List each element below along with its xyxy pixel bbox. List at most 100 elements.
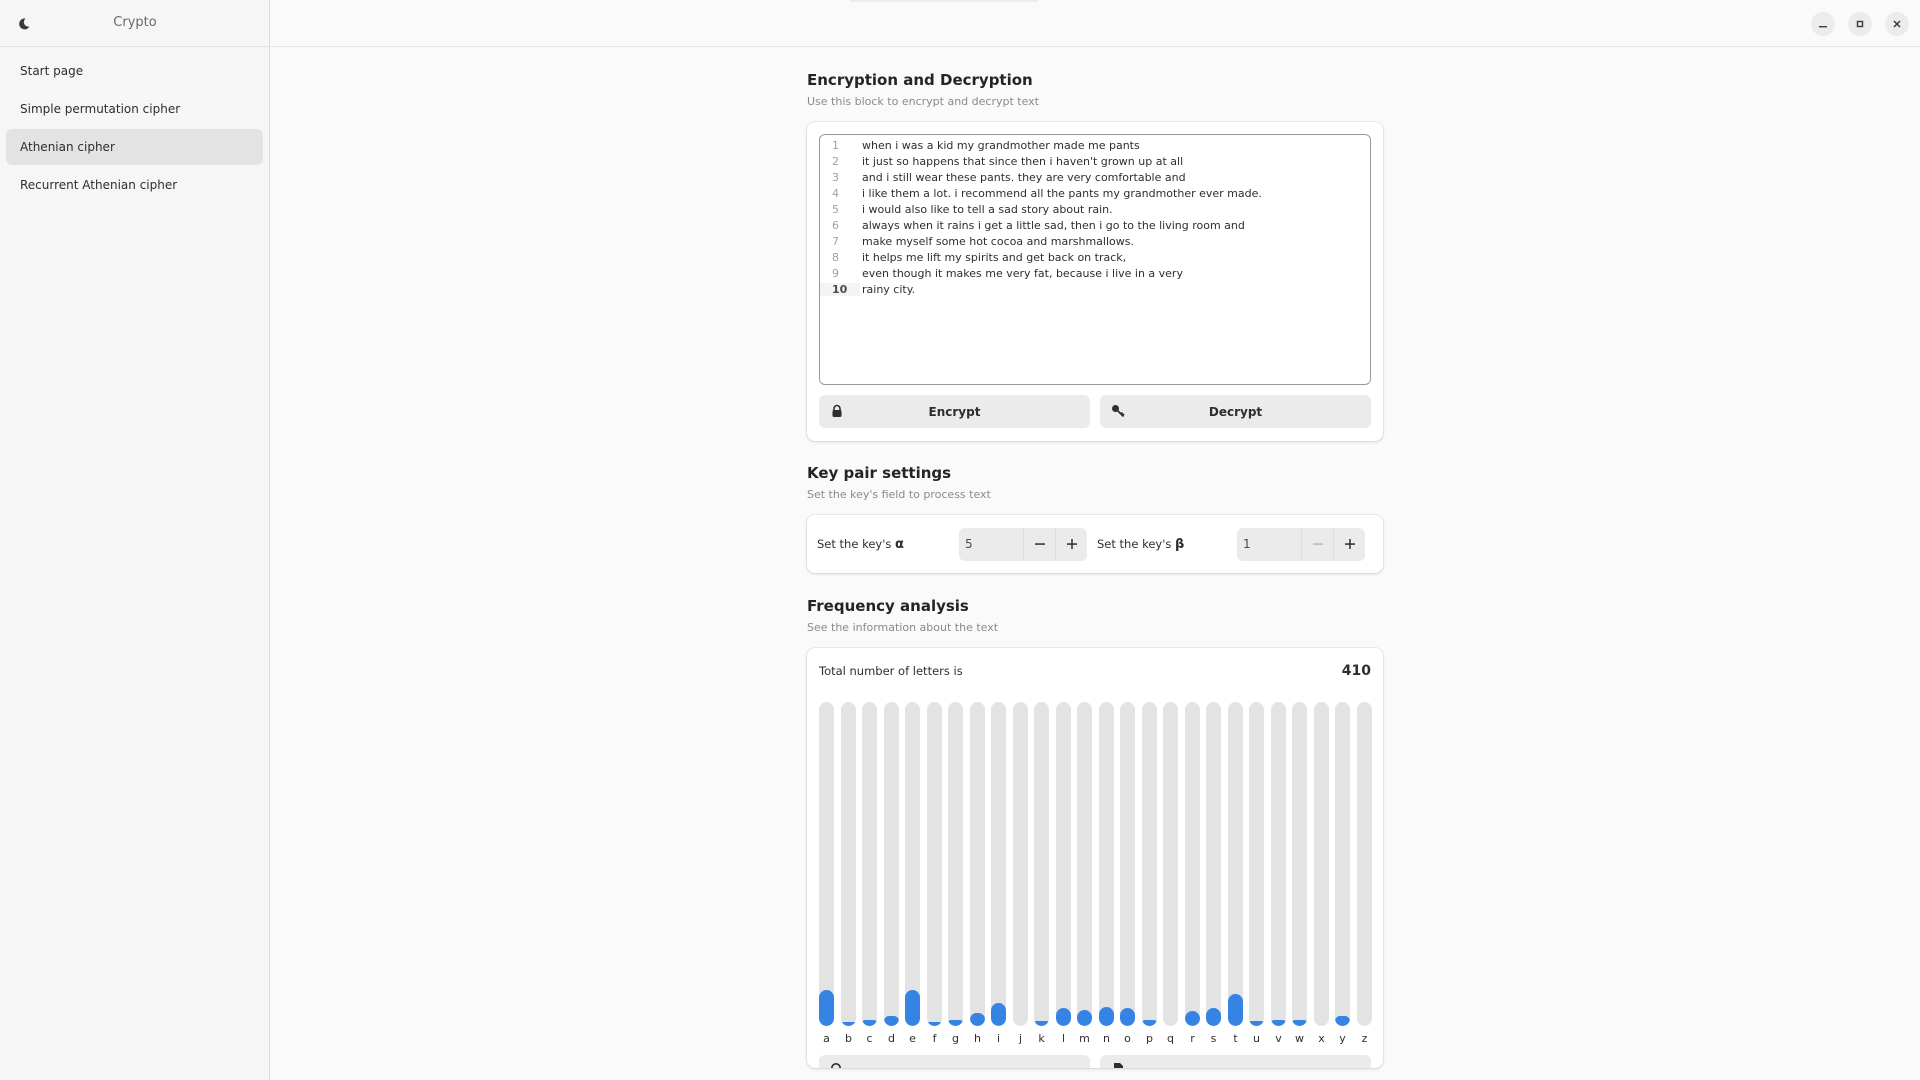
frequency-bar-fill-i (991, 1003, 1006, 1026)
alpha-stepper (959, 527, 1087, 561)
minimize-icon (1819, 26, 1827, 28)
frequency-bar-k (1034, 702, 1049, 1026)
frequency-bar-label: k (1038, 1032, 1045, 1045)
text-editor[interactable]: 1 when i was a kid my grandmother made me… (819, 134, 1371, 385)
frequency-bar-fill-o (1120, 1008, 1135, 1026)
encrypt-label: Encrypt (928, 404, 981, 419)
alpha-increment-button[interactable] (1055, 527, 1087, 561)
alpha-decrement-button[interactable] (1023, 527, 1055, 561)
maximize-icon (1856, 20, 1864, 28)
line-text: i like them a lot. i recommend all the p… (862, 186, 1262, 200)
frequency-bar-s (1206, 702, 1221, 1026)
frequency-bar-f (927, 702, 942, 1026)
frequency-bar-b (841, 702, 856, 1026)
frequency-bar-label: u (1253, 1032, 1260, 1045)
frequency-bar-label: f (932, 1032, 937, 1045)
key-icon (1112, 405, 1125, 418)
encryption-section-subtitle: Use this block to encrypt and decrypt te… (807, 95, 1039, 108)
line-text: make myself some hot cocoa and marshmall… (862, 234, 1134, 248)
line-number: 7 (832, 234, 839, 248)
frequency-bar-x (1314, 702, 1329, 1026)
code-line[interactable]: 5 i would also like to tell a sad story a… (820, 201, 1370, 217)
frequency-bar-label: s (1210, 1032, 1217, 1045)
alpha-input[interactable] (959, 527, 1023, 561)
sidebar-item-recurrent-athenian-cipher[interactable]: Recurrent Athenian cipher (6, 167, 263, 203)
key-settings-card: Set the key's α Set the key's β (807, 515, 1383, 573)
line-number: 2 (832, 154, 839, 168)
frequency-bar-j (1013, 702, 1028, 1026)
encrypt-button[interactable]: Encrypt (819, 395, 1090, 428)
main-content: Encryption and Decryption Use this block… (807, 48, 1383, 1068)
frequency-bar-label: y (1339, 1032, 1346, 1045)
code-line[interactable]: 8 it helps me lift my spirits and get bac… (820, 249, 1370, 265)
frequency-bar-label: q (1167, 1032, 1174, 1045)
minimize-button[interactable] (1811, 12, 1835, 36)
frequency-bar-label: h (974, 1032, 981, 1045)
app-title: Crypto (113, 15, 157, 30)
minus-icon (1034, 543, 1045, 545)
document-icon (1114, 1063, 1123, 1068)
code-line[interactable]: 2 it just so happens that since then i ha… (820, 153, 1370, 169)
sidebar-item-athenian-cipher[interactable]: Athenian cipher (6, 129, 263, 165)
frequency-bar-fill-w (1292, 1020, 1307, 1026)
frequency-bar-e (905, 702, 920, 1026)
frequency-bar-label: z (1361, 1032, 1368, 1045)
sidebar-item-start-page[interactable]: Start page (6, 53, 263, 89)
line-text: rainy city. (862, 282, 916, 296)
frequency-bar-label: a (823, 1032, 830, 1045)
frequency-action-button-left[interactable] (819, 1055, 1090, 1068)
frequency-bar-fill-y (1335, 1016, 1350, 1026)
frequency-bar-label: c (866, 1032, 873, 1045)
frequency-bar-fill-k (1034, 1021, 1049, 1026)
sidebar-nav: Start page Simple permutation cipher Ath… (0, 47, 269, 211)
encrypt-decrypt-buttons: Encrypt Decrypt (819, 395, 1371, 428)
frequency-bar-label: i (996, 1032, 1001, 1045)
frequency-action-button-right[interactable] (1100, 1055, 1371, 1068)
code-line[interactable]: 4 i like them a lot. i recommend all the … (820, 185, 1370, 201)
frequency-bar-g (948, 702, 963, 1026)
code-line[interactable]: 6 always when it rains i get a little sad… (820, 217, 1370, 233)
total-letters-value: 410 (1341, 663, 1371, 679)
frequency-bar-r (1185, 702, 1200, 1026)
code-line[interactable]: 7 make myself some hot cocoa and marshmal… (820, 233, 1370, 249)
line-text: always when it rains i get a little sad,… (862, 218, 1245, 232)
total-letters-row: Total number of letters is 410 (819, 658, 1371, 684)
frequency-bar-d (884, 702, 899, 1026)
frequency-bar-m (1077, 702, 1092, 1026)
frequency-bar-label: p (1146, 1032, 1153, 1045)
line-number: 5 (832, 202, 839, 216)
frequency-bar-z (1357, 702, 1372, 1026)
code-line[interactable]: 10 rainy city. (820, 281, 1370, 297)
frequency-bar-fill-r (1185, 1011, 1200, 1026)
frequency-bar-fill-u (1249, 1021, 1264, 1026)
total-letters-label: Total number of letters is (819, 664, 963, 678)
maximize-button[interactable] (1848, 12, 1872, 36)
frequency-bar-label: b (845, 1032, 852, 1045)
frequency-bar-p (1142, 702, 1157, 1026)
code-line[interactable]: 9 even though it makes me very fat, becau… (820, 265, 1370, 281)
code-line[interactable]: 3 and i still wear these pants. they are … (820, 169, 1370, 185)
frequency-bar-a (819, 702, 834, 1026)
line-number: 3 (832, 170, 839, 184)
decrypt-button[interactable]: Decrypt (1100, 395, 1371, 428)
line-text: and i still wear these pants. they are v… (862, 170, 1186, 184)
frequency-bar-label: n (1103, 1032, 1110, 1045)
code-line[interactable]: 1 when i was a kid my grandmother made me… (820, 137, 1370, 153)
close-button[interactable] (1885, 12, 1909, 36)
drag-handle[interactable] (849, 0, 1039, 2)
frequency-bar-fill-d (884, 1016, 899, 1026)
sidebar-item-simple-permutation-cipher[interactable]: Simple permutation cipher (6, 91, 263, 127)
sidebar-header: Crypto (0, 0, 269, 47)
frequency-card: Total number of letters is 410 a b c d e f g h i… (807, 648, 1383, 1068)
beta-increment-button[interactable] (1333, 527, 1365, 561)
frequency-bar-label: g (952, 1032, 959, 1045)
frequency-bar-y (1335, 702, 1350, 1026)
sidebar: Crypto Start page Simple permutation cip… (0, 0, 270, 1080)
beta-label: Set the key's β (1097, 536, 1185, 552)
frequency-bar-fill-v (1271, 1020, 1286, 1026)
keys-section-title: Key pair settings (807, 464, 952, 482)
beta-decrement-button[interactable] (1301, 527, 1333, 561)
frequency-bar-fill-s (1206, 1008, 1221, 1026)
beta-input[interactable] (1237, 527, 1301, 561)
frequency-bar-label: j (1018, 1032, 1023, 1045)
